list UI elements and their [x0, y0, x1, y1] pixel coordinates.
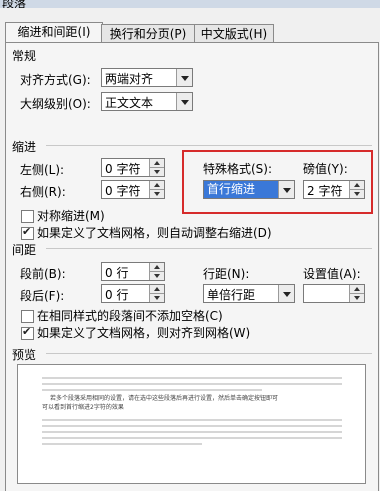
spin-up-icon[interactable] [349, 285, 364, 294]
auto-right-indent-checkbox[interactable] [21, 225, 34, 240]
tab-asian-typography[interactable]: 中文版式(H) [194, 24, 274, 43]
chevron-down-icon[interactable] [176, 93, 192, 110]
indent-by-label: 磅值(Y): [303, 162, 348, 176]
spin-down-icon[interactable] [149, 294, 164, 302]
preview-line [42, 389, 262, 391]
spin-down-icon[interactable] [149, 168, 164, 176]
snap-to-grid-label[interactable]: 如果定义了文档网格，则对齐到网格(W) [37, 324, 250, 341]
preview-line [42, 419, 342, 421]
chevron-down-icon[interactable] [278, 285, 294, 302]
preview-line [42, 443, 202, 445]
line-spacing-label: 行距(N): [203, 267, 250, 281]
auto-right-indent-label[interactable]: 如果定义了文档网格，则自动调整右缩进(D) [37, 224, 272, 241]
preview-heading: 预览 [12, 348, 37, 362]
space-after-spinner[interactable]: 0 行 [101, 284, 165, 303]
outline-level-value: 正文文本 [105, 96, 154, 110]
tab-label: 换行和分页(P) [109, 27, 187, 41]
alignment-value: 两端对齐 [105, 72, 154, 86]
spin-up-icon[interactable] [149, 159, 164, 168]
spin-up-icon[interactable] [149, 285, 164, 294]
preview-line [42, 425, 342, 427]
indent-heading: 缩进 [12, 140, 37, 154]
spin-up-icon[interactable] [349, 181, 364, 190]
tab-line-page-breaks[interactable]: 换行和分页(P) [101, 24, 195, 43]
indent-by-value: 2 字符 [307, 184, 343, 198]
alignment-select[interactable]: 两端对齐 [101, 68, 193, 87]
space-before-value: 0 行 [105, 266, 129, 280]
special-indent-value: 首行缩进 [204, 181, 281, 198]
line-spacing-select[interactable]: 单倍行距 [203, 284, 295, 303]
tab-label: 中文版式(H) [200, 27, 268, 41]
tab-label: 缩进和间距(I) [17, 25, 91, 39]
spin-down-icon[interactable] [149, 272, 164, 280]
left-indent-spinner[interactable]: 0 字符 [101, 158, 165, 177]
preview-line [42, 431, 342, 433]
mirror-indent-checkbox[interactable] [21, 210, 34, 223]
spacing-heading: 间距 [12, 243, 37, 257]
window-title: 段落 [2, 0, 27, 8]
spin-up-icon[interactable] [149, 263, 164, 272]
mirror-indent-label[interactable]: 对称缩进(M) [37, 207, 105, 224]
preview-pane: 若多个段落采用相同的设置，请在选中这些段落后再进行设置，然后单击确定按钮即可 可… [17, 364, 366, 484]
left-indent-label: 左侧(L): [20, 163, 65, 177]
space-before-label: 段前(B): [20, 267, 66, 281]
preview-line [42, 377, 342, 379]
space-after-value: 0 行 [105, 288, 129, 302]
special-indent-select[interactable]: 首行缩进 [203, 180, 295, 199]
spacing-divider [46, 248, 372, 249]
snap-to-grid-checkbox[interactable] [21, 325, 34, 340]
spin-up-icon[interactable] [149, 181, 164, 190]
preview-sample-line-2: 可以看到首行缩进2字符的效果 [42, 404, 124, 411]
spin-down-icon[interactable] [149, 190, 164, 198]
chevron-down-icon[interactable] [278, 181, 294, 198]
alignment-label: 对齐方式(G): [20, 73, 91, 87]
tab-indent-spacing[interactable]: 缩进和间距(I) [5, 22, 103, 44]
left-indent-value: 0 字符 [105, 162, 141, 176]
special-indent-label: 特殊格式(S): [203, 162, 273, 176]
outline-level-label: 大纲级别(O): [20, 97, 91, 111]
preview-line [42, 437, 342, 439]
spacing-at-spinner[interactable] [303, 284, 365, 303]
indent-by-spinner[interactable]: 2 字符 [303, 180, 365, 199]
outline-level-select[interactable]: 正文文本 [101, 92, 193, 111]
right-indent-spinner[interactable]: 0 字符 [101, 180, 165, 199]
general-heading: 常规 [12, 49, 37, 63]
space-before-spinner[interactable]: 0 行 [101, 262, 165, 281]
no-space-same-style-label[interactable]: 在相同样式的段落间不添加空格(C) [37, 307, 223, 324]
right-indent-value: 0 字符 [105, 184, 141, 198]
title-bar: 段落 [0, 0, 380, 8]
indent-divider [46, 145, 372, 146]
right-indent-label: 右侧(R): [20, 185, 66, 199]
preview-divider [46, 353, 372, 354]
spin-down-icon[interactable] [349, 190, 364, 198]
preview-line [42, 383, 342, 385]
line-spacing-value: 单倍行距 [207, 288, 256, 302]
no-space-same-style-checkbox[interactable] [21, 310, 34, 323]
space-after-label: 段后(F): [20, 289, 65, 303]
spacing-at-label: 设置值(A): [303, 267, 361, 281]
spin-down-icon[interactable] [349, 294, 364, 302]
chevron-down-icon[interactable] [176, 69, 192, 86]
preview-sample-line-1: 若多个段落采用相同的设置，请在选中这些段落后再进行设置，然后单击确定按钮即可 [50, 395, 279, 402]
